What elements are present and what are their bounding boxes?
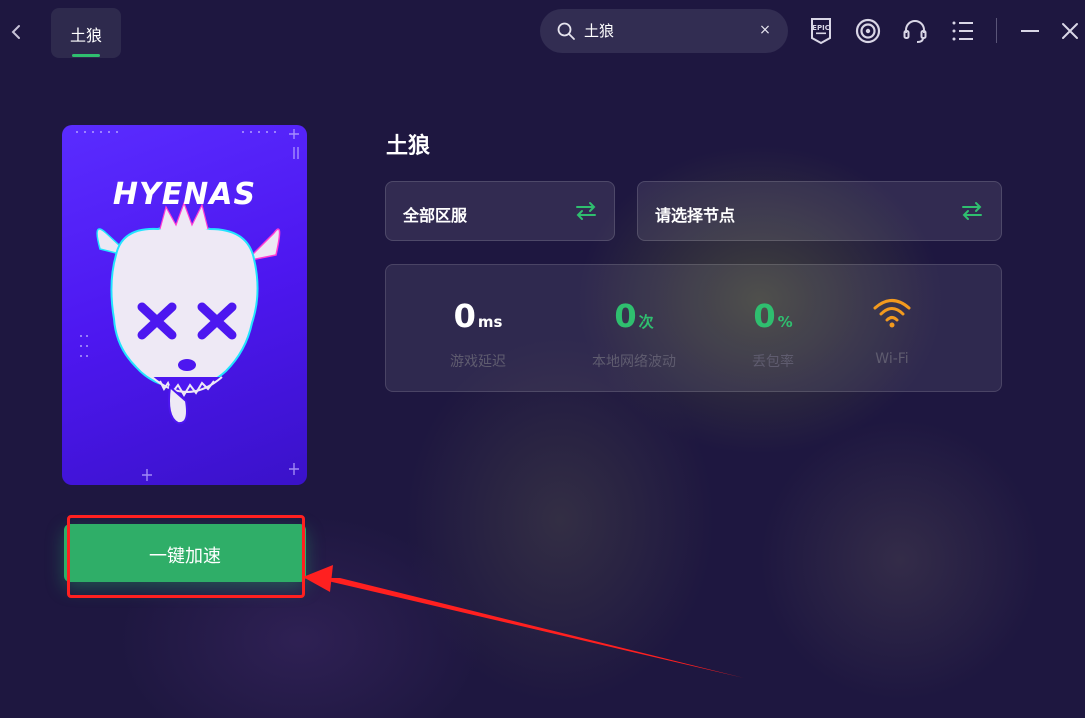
stat-wifi: Wi-Fi (817, 265, 967, 391)
jitter-caption: 本地网络波动 (592, 354, 676, 370)
swap-icon (574, 201, 598, 221)
latency-value: 0 ms (453, 297, 503, 335)
wifi-icon (817, 295, 967, 333)
node-selector-label: 请选择节点 (655, 206, 736, 225)
swap-icon (960, 201, 984, 221)
game-title: 土狼 (386, 134, 431, 159)
wifi-caption: Wi-Fi (875, 351, 909, 367)
jitter-value: 0次 (614, 297, 654, 335)
node-selector[interactable]: 请选择节点 (637, 181, 1002, 241)
region-selector[interactable]: 全部区服 (385, 181, 615, 241)
stat-latency: 0 ms 游戏延迟 (403, 265, 553, 391)
network-stats-panel: 0 ms 游戏延迟 0次 本地网络波动 0% 丢包率 Wi-Fi (385, 264, 1002, 392)
stat-network-jitter: 0次 本地网络波动 (559, 265, 709, 391)
latency-caption: 游戏延迟 (450, 354, 506, 370)
region-selector-label: 全部区服 (403, 206, 468, 225)
